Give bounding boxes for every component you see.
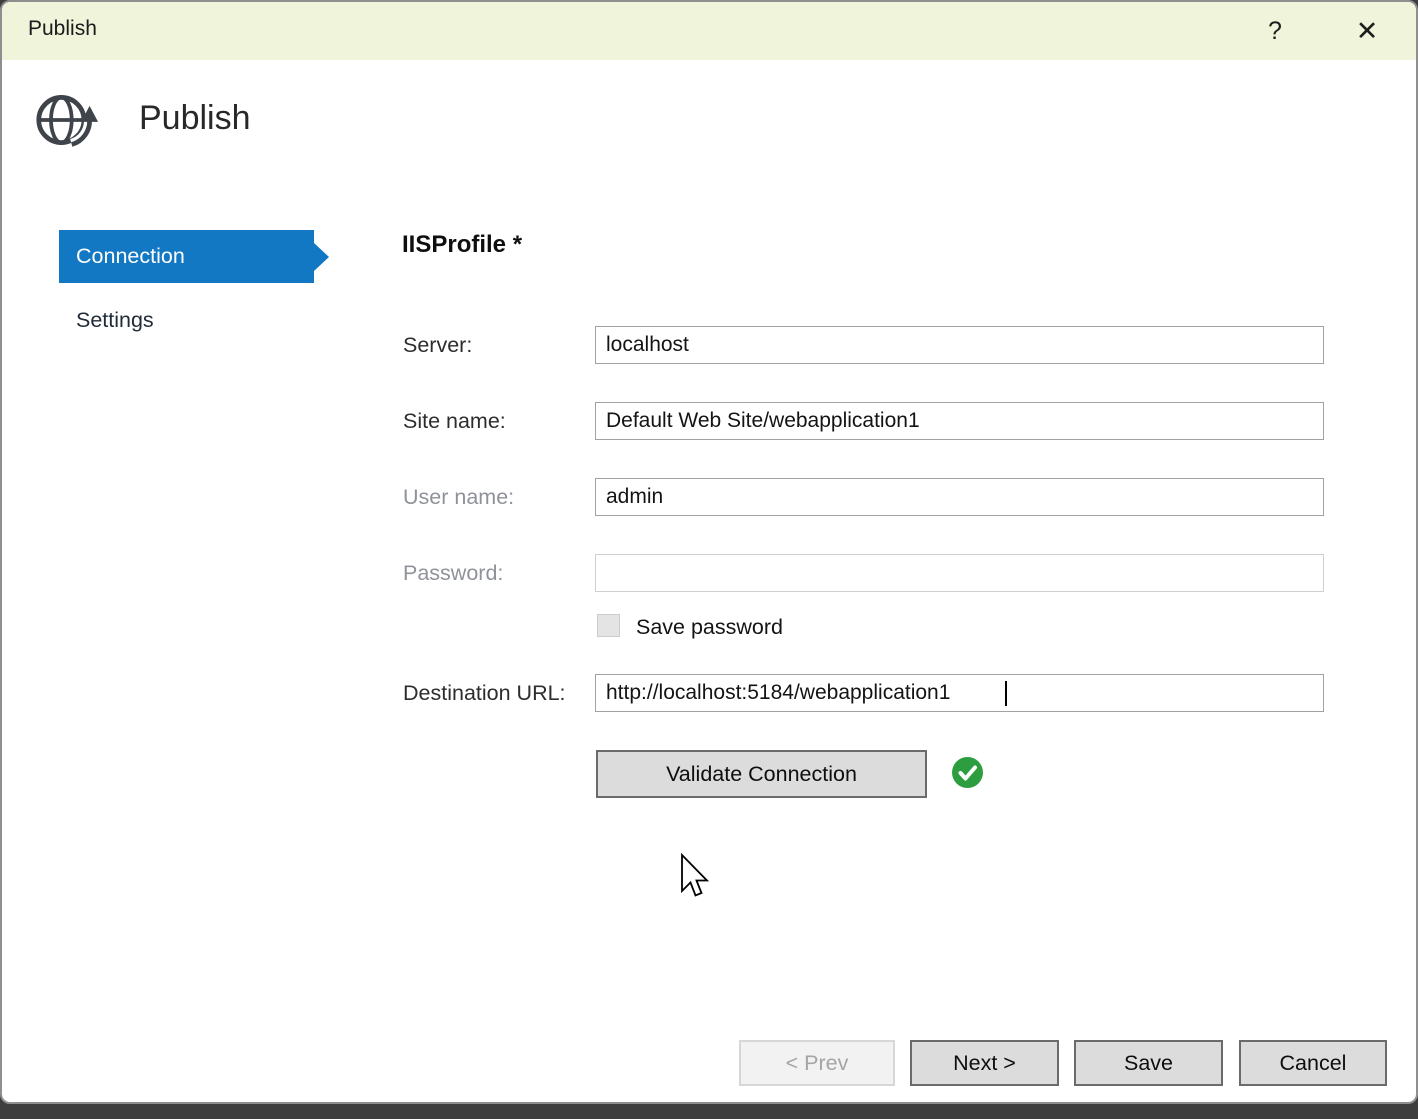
password-input[interactable] — [595, 554, 1324, 592]
user-name-input[interactable] — [595, 478, 1324, 516]
close-icon: ✕ — [1356, 16, 1379, 47]
profile-title: IISProfile * — [402, 231, 522, 259]
publish-globe-icon — [35, 89, 99, 151]
mouse-cursor-icon — [679, 853, 709, 901]
sidebar-item-label: Connection — [76, 244, 185, 269]
destination-url-label: Destination URL: — [403, 681, 566, 706]
window-title: Publish — [28, 17, 97, 41]
help-button[interactable]: ? — [1244, 2, 1306, 60]
server-label: Server: — [403, 333, 472, 358]
sidebar-item-label: Settings — [76, 308, 154, 332]
next-button[interactable]: Next > — [910, 1040, 1059, 1086]
titlebar: Publish ? ✕ — [2, 2, 1416, 60]
sidebar-item-connection[interactable]: Connection — [59, 230, 314, 283]
publish-dialog: Publish ? ✕ Publish Connection Settings … — [0, 0, 1418, 1104]
password-label: Password: — [403, 561, 503, 586]
destination-url-input[interactable] — [595, 674, 1324, 712]
site-name-label: Site name: — [403, 409, 506, 434]
validate-connection-button[interactable]: Validate Connection — [596, 750, 927, 798]
text-caret — [1005, 681, 1007, 706]
user-name-label: User name: — [403, 485, 514, 510]
background-app-strip — [0, 1104, 1418, 1119]
cancel-button[interactable]: Cancel — [1239, 1040, 1387, 1086]
success-check-icon — [952, 757, 983, 788]
save-password-checkbox[interactable] — [597, 614, 620, 637]
prev-button[interactable]: < Prev — [739, 1040, 895, 1086]
save-password-label: Save password — [636, 615, 783, 640]
sidebar-item-settings[interactable]: Settings — [76, 308, 154, 333]
page-title: Publish — [139, 99, 251, 138]
site-name-input[interactable] — [595, 402, 1324, 440]
help-icon: ? — [1268, 17, 1282, 46]
save-button[interactable]: Save — [1074, 1040, 1223, 1086]
close-button[interactable]: ✕ — [1336, 2, 1398, 60]
server-input[interactable] — [595, 326, 1324, 364]
